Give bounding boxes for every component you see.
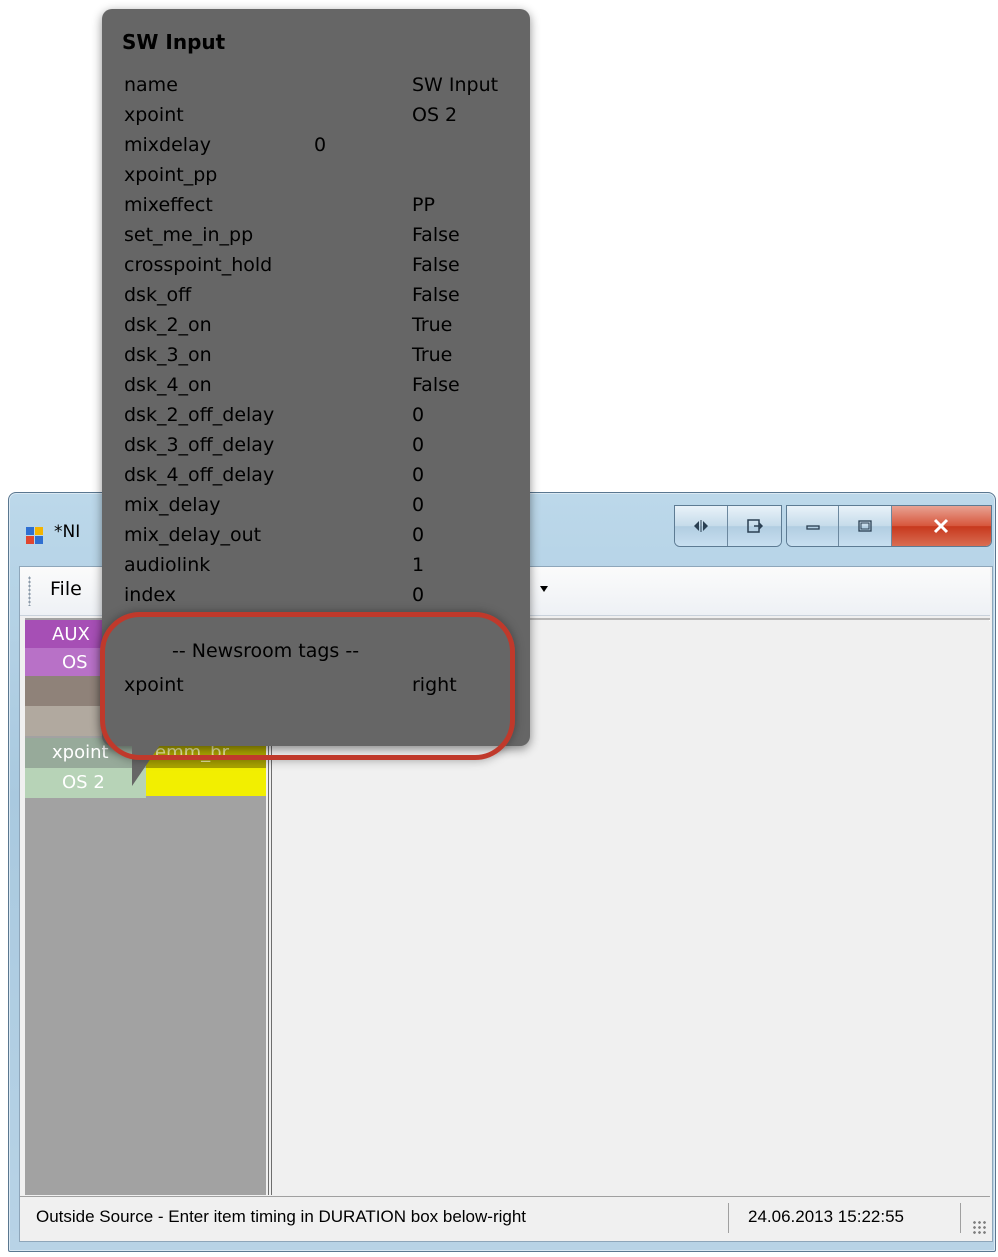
- app-icon[interactable]: [26, 527, 44, 545]
- split-view-icon[interactable]: [675, 506, 728, 546]
- tooltip-property-key: mixeffect: [124, 194, 213, 216]
- newsroom-tag-key: xpoint: [124, 674, 184, 696]
- menu-file[interactable]: File: [50, 578, 82, 600]
- tooltip-property-key: name: [124, 74, 178, 96]
- tooltip-property-key: dsk_4_on: [124, 374, 212, 396]
- timing-bar[interactable]: [146, 768, 266, 796]
- tooltip-property-value: 0: [412, 404, 425, 426]
- tooltip-property-key: set_me_in_pp: [124, 224, 254, 246]
- newsroom-tag-value: right: [412, 674, 457, 696]
- tooltip-property-key: audiolink: [124, 554, 211, 576]
- tooltip-property-value: 0: [412, 584, 425, 606]
- tooltip-title: SW Input: [122, 30, 226, 54]
- tooltip-property-key: mix_delay: [124, 494, 221, 516]
- tooltip-property-value: True: [412, 314, 453, 336]
- window-title: *NI: [54, 522, 81, 542]
- tooltip-property-key: dsk_2_on: [124, 314, 212, 336]
- status-datetime: 24.06.2013 15:22:55: [748, 1207, 904, 1226]
- tooltip-property-key: dsk_off: [124, 284, 192, 306]
- rundown-row-label: xpoint: [52, 742, 109, 763]
- tooltip-property-value: False: [412, 374, 460, 396]
- tooltip-property-value: 0: [412, 464, 425, 486]
- tooltip-property-value: 0: [314, 134, 327, 156]
- tooltip-property-value: 0: [412, 434, 425, 456]
- tooltip-property-value: 0: [412, 524, 425, 546]
- tooltip-property-key: mix_delay_out: [124, 524, 262, 546]
- tooltip-property-key: index: [124, 584, 176, 606]
- rundown-row[interactable]: OS 2: [25, 768, 146, 798]
- minimize-icon[interactable]: [787, 506, 840, 546]
- rundown-row-label: OS 2: [62, 772, 105, 793]
- newsroom-tags-header: -- Newsroom tags --: [172, 640, 360, 662]
- menu-grip-handle[interactable]: [28, 576, 31, 606]
- tooltip-property-key: dsk_4_off_delay: [124, 464, 275, 486]
- tooltip-property-value: False: [412, 254, 460, 276]
- popout-icon[interactable]: [728, 506, 781, 546]
- rundown-row-label: AUX: [52, 624, 90, 645]
- close-icon[interactable]: [891, 506, 991, 546]
- tooltip-property-value: True: [412, 344, 453, 366]
- tooltip-property-key: mixdelay: [124, 134, 211, 156]
- tooltip-property-value: PP: [412, 194, 435, 216]
- extra-caption-buttons: [674, 505, 782, 547]
- tooltip-property-value: False: [412, 224, 460, 246]
- tooltip-property-key: dsk_3_off_delay: [124, 434, 275, 456]
- tooltip-property-key: xpoint: [124, 104, 184, 126]
- tooltip-property-key: crosspoint_hold: [124, 254, 273, 276]
- status-divider: [960, 1203, 961, 1233]
- status-divider: [728, 1203, 729, 1233]
- chevron-down-icon[interactable]: [540, 586, 548, 592]
- tooltip-property-value: OS 2: [412, 104, 458, 126]
- rundown-row-label: OS: [62, 652, 88, 673]
- window-caption-buttons: [786, 505, 992, 547]
- tooltip-property-value: False: [412, 284, 460, 306]
- tooltip-property-value: 0: [412, 494, 425, 516]
- status-message: Outside Source - Enter item timing in DU…: [36, 1207, 527, 1226]
- resize-grip-icon[interactable]: [972, 1220, 986, 1234]
- tooltip-pointer: [132, 742, 162, 786]
- tooltip-property-value: SW Input: [412, 74, 499, 96]
- tooltip-property-key: dsk_2_off_delay: [124, 404, 275, 426]
- tooltip-property-value: 1: [412, 554, 425, 576]
- tooltip-property-key: dsk_3_on: [124, 344, 212, 366]
- tooltip-property-key: xpoint_pp: [124, 164, 218, 186]
- maximize-icon[interactable]: [839, 506, 892, 546]
